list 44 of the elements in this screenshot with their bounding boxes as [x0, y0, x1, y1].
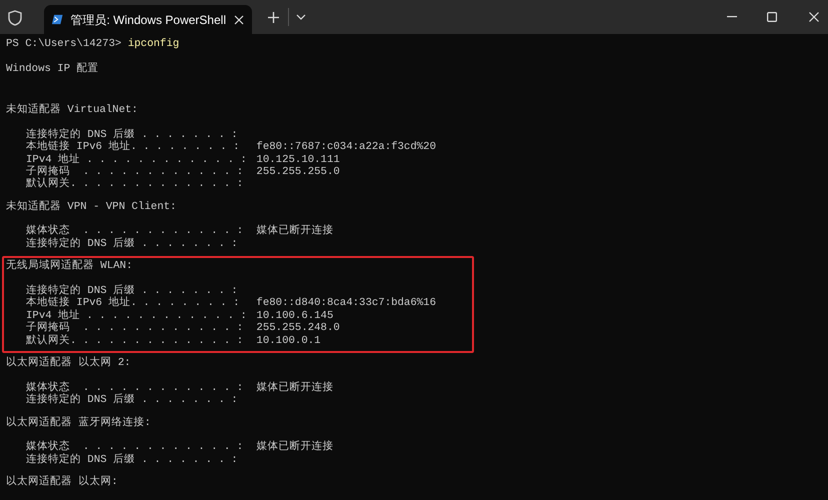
field-label: 本地链接 IPv6 地址. . . . . . . . : — [26, 297, 241, 310]
field-label: 本地链接 IPv6 地址. . . . . . . . : — [26, 141, 241, 154]
command-text: ipconfig — [128, 38, 180, 50]
field-value: 10.125.10.111 — [256, 154, 340, 166]
dropdown-icon[interactable] — [295, 13, 307, 21]
field-label: IPv4 地址 . . . . . . . . . . . . : — [26, 310, 248, 322]
field-label: 连接特定的 DNS 后缀 . . . . . . . : — [26, 285, 239, 298]
adapter-heading: 无线局域网适配器 WLAN: — [6, 260, 132, 272]
new-tab-icon[interactable] — [266, 10, 280, 24]
output-heading: Windows IP 配置 — [6, 62, 99, 75]
adapter-heading: 以太网适配器 蓝牙网络连接: — [6, 416, 151, 429]
close-tab-icon[interactable] — [234, 12, 244, 26]
field-value: 媒体已断开连接 — [256, 441, 334, 454]
field-label: 默认网关. . . . . . . . . . . . . : — [26, 334, 244, 347]
prompt-text: PS C:\Users\14273> — [6, 38, 122, 50]
powershell-icon — [52, 13, 63, 26]
field-value: 媒体已断开连接 — [256, 382, 334, 394]
field-label: 子网掩码 . . . . . . . . . . . . : — [26, 322, 244, 334]
field-label: 媒体状态 . . . . . . . . . . . . : — [26, 441, 244, 454]
maximize-icon[interactable] — [766, 11, 778, 23]
field-label: 媒体状态 . . . . . . . . . . . . : — [26, 225, 244, 238]
terminal-tab[interactable]: 管理员: Windows PowerShell — [44, 5, 252, 34]
shield-icon — [8, 10, 22, 26]
field-value: fe80::d840:8ca4:33c7:bda6%16 — [256, 297, 436, 310]
field-value: 255.255.248.0 — [256, 322, 340, 334]
field-value: 媒体已断开连接 — [256, 225, 334, 238]
field-label: 子网掩码 . . . . . . . . . . . . : — [26, 166, 244, 178]
adapter-heading: 以太网适配器 以太网 2: — [6, 356, 131, 369]
field-value: fe80::7687:c034:a22a:f3cd%20 — [256, 141, 436, 154]
field-label: 连接特定的 DNS 后缀 . . . . . . . : — [26, 128, 239, 141]
field-value: 255.255.255.0 — [256, 166, 340, 178]
field-value: 10.100.6.145 — [256, 310, 334, 322]
adapter-heading: 未知适配器 VPN - VPN Client: — [6, 200, 176, 213]
field-value: 10.100.0.1 — [256, 334, 321, 347]
field-label: 媒体状态 . . . . . . . . . . . . : — [26, 382, 244, 394]
tab-title: 管理员: Windows PowerShell — [70, 12, 226, 28]
field-label: 连接特定的 DNS 后缀 . . . . . . . : — [26, 238, 239, 250]
close-icon[interactable] — [808, 11, 820, 23]
field-label: 默认网关. . . . . . . . . . . . . : — [26, 178, 244, 191]
adapter-heading: 以太网适配器 以太网: — [6, 476, 118, 488]
adapter-heading: 未知适配器 VirtualNet: — [6, 104, 138, 116]
field-label: IPv4 地址 . . . . . . . . . . . . : — [26, 154, 248, 166]
field-label: 连接特定的 DNS 后缀 . . . . . . . : — [26, 454, 239, 466]
field-label: 连接特定的 DNS 后缀 . . . . . . . : — [26, 394, 239, 407]
